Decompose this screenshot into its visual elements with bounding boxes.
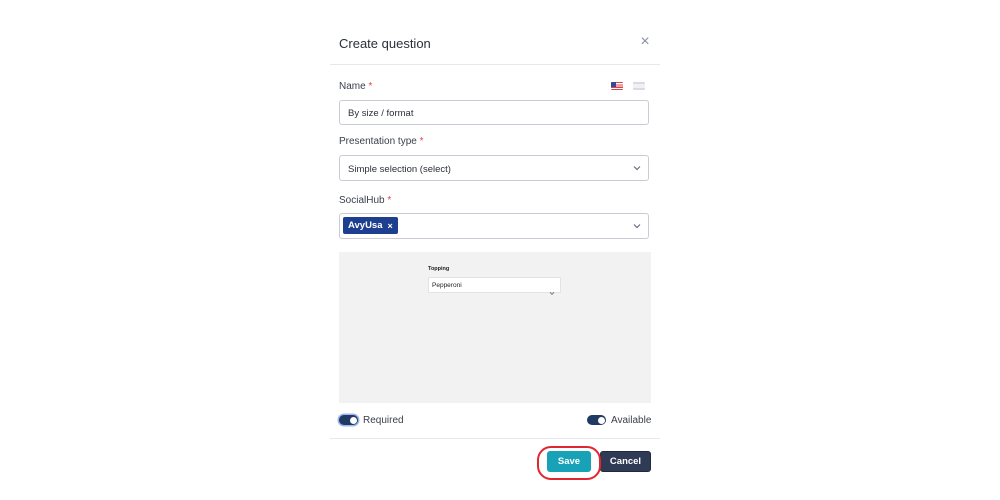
flag-other-icon[interactable]	[633, 82, 645, 90]
remove-tag-icon[interactable]: ×	[388, 221, 393, 231]
close-icon[interactable]: ×	[637, 34, 653, 50]
socialhub-label: SocialHub	[339, 195, 385, 206]
socialhub-label-group: SocialHub *	[339, 195, 391, 206]
socialhub-multiselect[interactable]: AvyUsa ×	[339, 213, 649, 239]
name-label-group: Name *	[339, 81, 372, 92]
toggle-knob	[349, 416, 357, 424]
socialhub-tag: AvyUsa ×	[343, 217, 398, 234]
required-asterisk: *	[387, 195, 392, 206]
question-preview: Topping Pepperoni	[339, 252, 651, 403]
chevron-down-icon	[549, 283, 555, 301]
presentation-type-select[interactable]: Simple selection (select)	[339, 155, 649, 181]
socialhub-tag-label: AvyUsa	[348, 220, 383, 231]
create-question-dialog: Create question × Name * By size / forma…	[330, 20, 660, 495]
flag-us-icon[interactable]	[611, 82, 623, 90]
required-asterisk: *	[368, 81, 373, 92]
required-asterisk: *	[419, 136, 424, 147]
available-toggle-label: Available	[611, 415, 652, 426]
dialog-title: Create question	[339, 36, 431, 51]
presentation-label-group: Presentation type *	[339, 136, 424, 147]
footer-divider	[330, 438, 660, 439]
name-input[interactable]: By size / format	[339, 100, 649, 125]
preview-select-value: Pepperoni	[432, 282, 462, 289]
presentation-type-value: Simple selection (select)	[348, 164, 451, 175]
name-label: Name	[339, 81, 366, 92]
save-button[interactable]: Save	[547, 451, 591, 472]
preview-select[interactable]: Pepperoni	[428, 277, 561, 296]
cancel-button[interactable]: Cancel	[600, 451, 651, 472]
preview-label: Topping	[428, 266, 450, 272]
available-toggle[interactable]	[587, 415, 606, 425]
required-toggle[interactable]	[339, 415, 358, 425]
toggle-knob	[597, 416, 605, 424]
required-toggle-label: Required	[363, 415, 404, 426]
name-input-value: By size / format	[348, 108, 414, 119]
presentation-type-label: Presentation type	[339, 136, 417, 147]
chevron-down-icon	[633, 223, 641, 231]
dialog-header: Create question ×	[330, 20, 660, 65]
chevron-down-icon	[633, 165, 641, 173]
